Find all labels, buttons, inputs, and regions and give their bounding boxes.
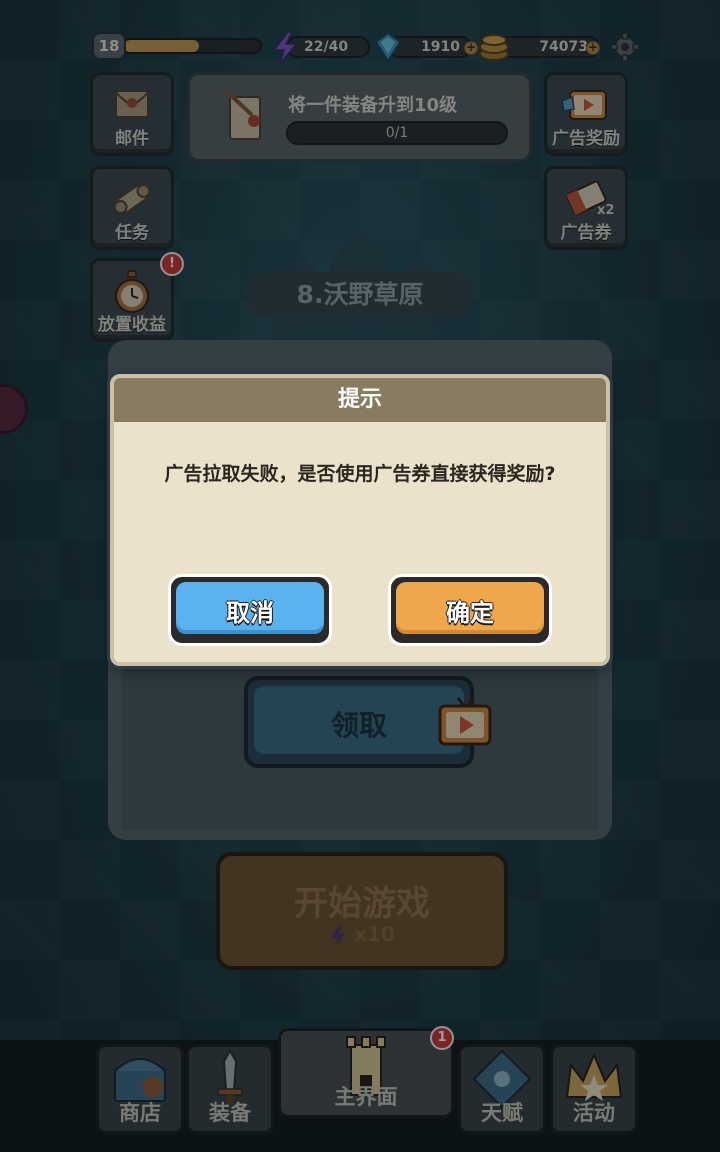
confirm-button[interactable]: 确定 bbox=[388, 574, 552, 646]
dialog-message: 广告拉取失败，是否使用广告券直接获得奖励? bbox=[164, 463, 556, 485]
cancel-button[interactable]: 取消 bbox=[168, 574, 332, 646]
cancel-label: 取消 bbox=[226, 599, 274, 627]
confirm-dialog: 提示 广告拉取失败，是否使用广告券直接获得奖励? 取消 确定 bbox=[110, 374, 610, 666]
confirm-label: 确定 bbox=[446, 599, 494, 627]
dialog-title: 提示 bbox=[114, 378, 606, 422]
